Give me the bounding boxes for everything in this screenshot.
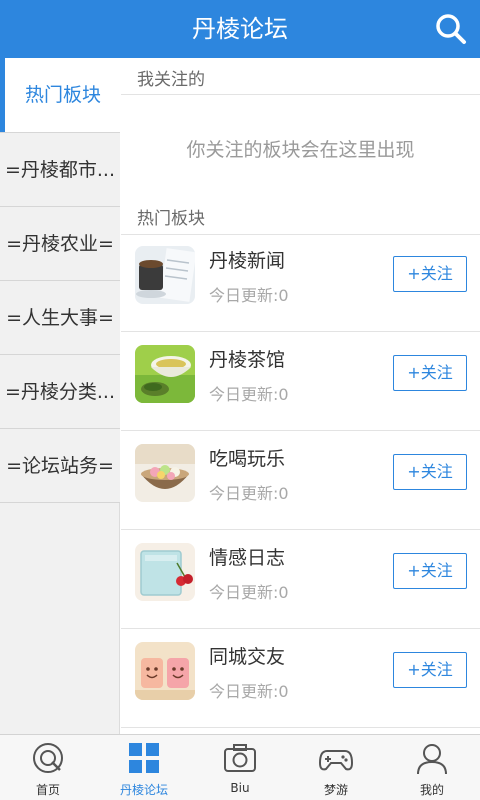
board-row[interactable]: 丹棱新闻 今日更新:0 +关注 <box>121 234 480 332</box>
board-name: 吃喝玩乐 <box>209 448 286 470</box>
gamepad-icon <box>318 741 354 775</box>
board-row[interactable]: 吃喝玩乐 今日更新:0 +关注 <box>121 432 480 530</box>
camera-icon <box>223 741 257 775</box>
tab-label: 梦游 <box>323 783 348 797</box>
follow-button[interactable]: +关注 <box>393 652 467 688</box>
board-name: 丹棱茶馆 <box>209 349 286 371</box>
tab-label: 丹棱论坛 <box>119 783 168 797</box>
board-today-updates: 今日更新:0 <box>209 484 289 503</box>
bottom-tab-bar: 首页 丹棱论坛 Biu 梦游 我的 <box>0 734 480 800</box>
forum-grid-icon <box>127 741 161 775</box>
sidebar-item-danling-classifieds[interactable]: =丹棱分类... <box>0 355 120 429</box>
divider <box>121 94 480 95</box>
tab-label: 首页 <box>35 783 60 797</box>
notebook-cherry-thumb <box>135 543 195 601</box>
board-list-panel: 我关注的 你关注的板块会在这里出现 热门板块 丹棱新闻 今日更新:0 +关注 丹… <box>121 58 480 734</box>
user-icon <box>415 741 449 775</box>
search-icon[interactable] <box>434 12 468 46</box>
top-app-bar: 丹棱论坛 <box>0 0 480 58</box>
board-today-updates: 今日更新:0 <box>209 286 289 305</box>
page-title: 丹棱论坛 <box>192 15 288 43</box>
sidebar-item-forum-affairs[interactable]: =论坛站务= <box>0 429 120 503</box>
smiley-cups-thumb <box>135 642 195 700</box>
followed-empty-message: 你关注的板块会在这里出现 <box>186 139 415 161</box>
sidebar-item-danling-city[interactable]: =丹棱都市... <box>0 132 120 207</box>
follow-button[interactable]: +关注 <box>393 256 467 292</box>
tab-dream-travel[interactable]: 梦游 <box>288 735 384 800</box>
board-today-updates: 今日更新:0 <box>209 583 289 602</box>
sidebar-item-danling-agriculture[interactable]: =丹棱农业= <box>0 207 120 281</box>
tab-label: Biu <box>230 781 250 795</box>
home-icon <box>31 741 65 775</box>
category-sidebar: 热门板块 =丹棱都市... =丹棱农业= =人生大事= =丹棱分类... =论坛… <box>0 58 121 734</box>
board-today-updates: 今日更新:0 <box>209 385 289 404</box>
sidebar-item-life-events[interactable]: =人生大事= <box>0 281 120 355</box>
board-row[interactable]: 情感日志 今日更新:0 +关注 <box>121 531 480 629</box>
tab-biu[interactable]: Biu <box>192 735 288 800</box>
board-name: 情感日志 <box>209 547 286 569</box>
hot-section-title: 热门板块 <box>137 209 205 229</box>
green-tea-thumb <box>135 345 195 403</box>
tab-home[interactable]: 首页 <box>0 735 96 800</box>
followed-section-title: 我关注的 <box>137 70 205 90</box>
tab-mine[interactable]: 我的 <box>384 735 480 800</box>
tab-forum[interactable]: 丹棱论坛 <box>96 735 192 800</box>
follow-button[interactable]: +关注 <box>393 454 467 490</box>
board-name: 丹棱新闻 <box>209 250 286 272</box>
board-row[interactable]: 同城交友 今日更新:0 +关注 <box>121 630 480 728</box>
tab-label: 我的 <box>419 783 444 797</box>
board-row[interactable]: 丹棱茶馆 今日更新:0 +关注 <box>121 333 480 431</box>
follow-button[interactable]: +关注 <box>393 553 467 589</box>
newspaper-coffee-thumb <box>135 246 195 304</box>
dessert-bowl-thumb <box>135 444 195 502</box>
board-today-updates: 今日更新:0 <box>209 682 289 701</box>
sidebar-item-hot-boards[interactable]: 热门板块 <box>0 58 121 132</box>
follow-button[interactable]: +关注 <box>393 355 467 391</box>
board-name: 同城交友 <box>209 646 286 668</box>
